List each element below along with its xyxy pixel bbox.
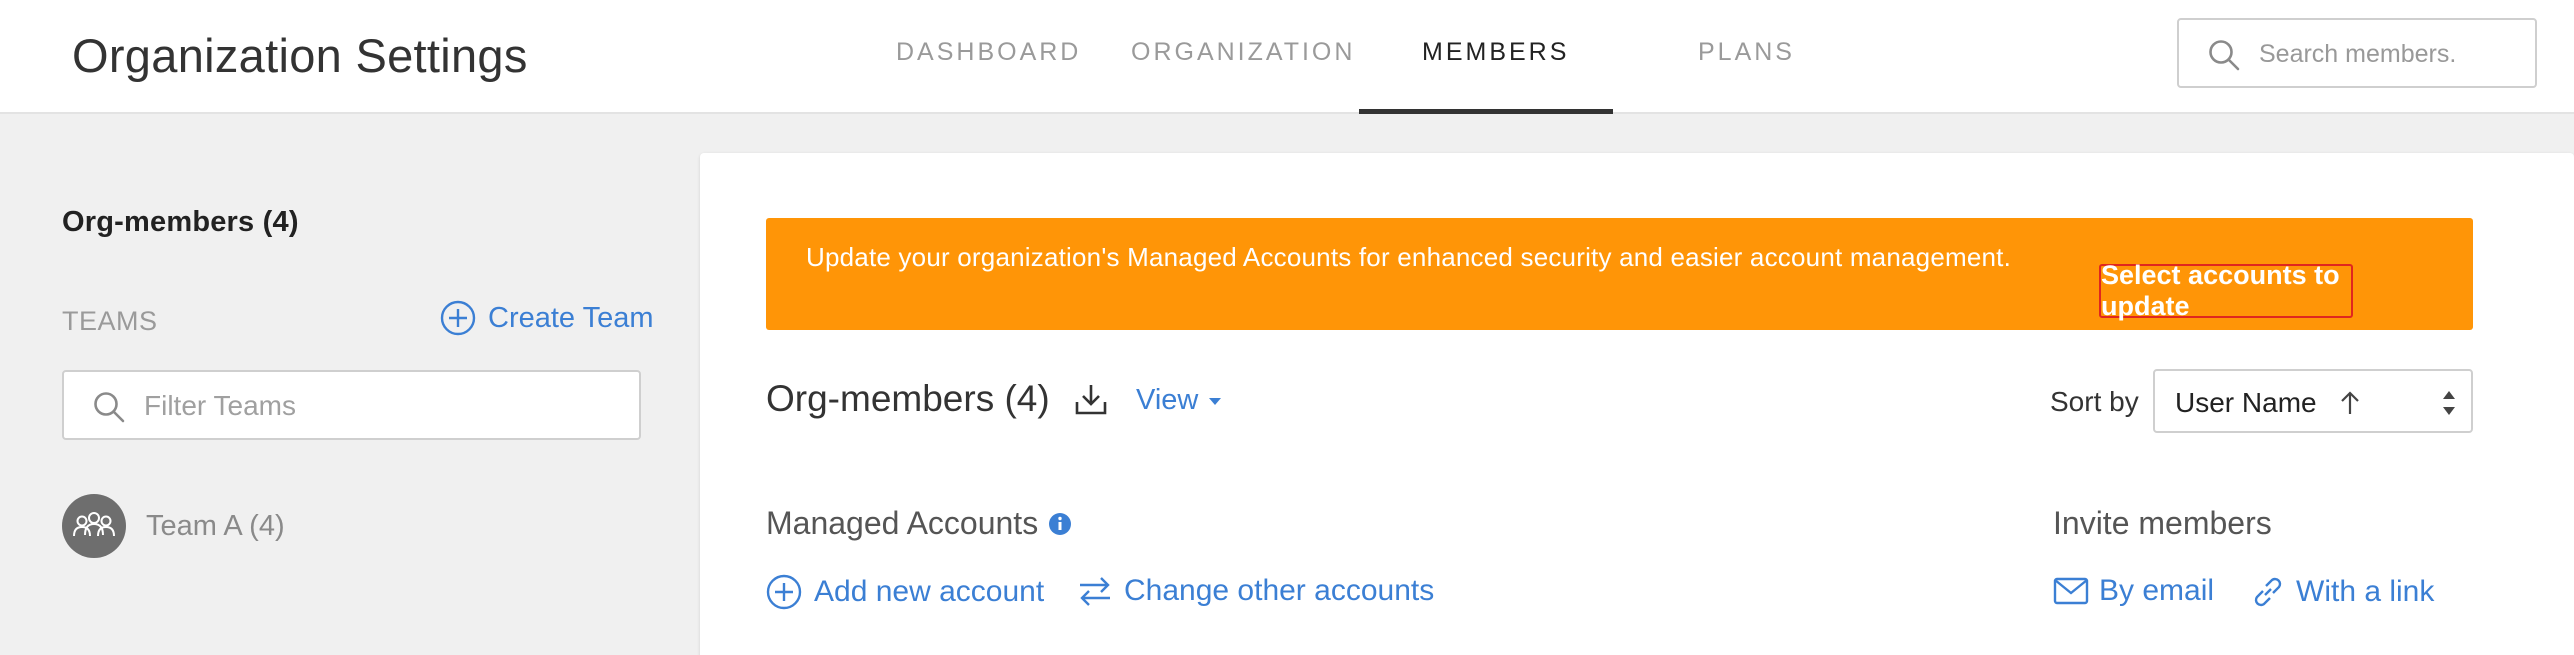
tab-organization[interactable]: ORGANIZATION (1131, 38, 1355, 67)
invite-members-heading: Invite members (2053, 505, 2272, 541)
team-group-icon (62, 494, 126, 558)
sidebar-org-members[interactable]: Org-members (4) (62, 206, 299, 239)
team-list-item[interactable]: Team A (4) (62, 494, 285, 558)
tab-dashboard[interactable]: DASHBOARD (896, 38, 1081, 67)
page-title: Organization Settings (72, 29, 528, 82)
filter-teams-input[interactable] (144, 386, 624, 426)
filter-teams-box[interactable] (62, 370, 641, 440)
plus-circle-icon (440, 300, 476, 336)
add-new-account-label: Add new account (814, 575, 1045, 608)
swap-arrows-icon (1080, 577, 1110, 606)
search-members-box[interactable] (2177, 18, 2537, 88)
select-spinner-icon (2443, 391, 2455, 415)
search-icon (94, 392, 125, 423)
org-members-heading: Org-members (4) (766, 378, 1050, 419)
tab-plans[interactable]: PLANS (1698, 38, 1795, 67)
team-name: Team A (4) (146, 509, 285, 542)
search-members-input[interactable] (2259, 34, 2529, 74)
plus-circle-icon (766, 574, 802, 610)
active-tab-indicator (1359, 109, 1613, 114)
by-email-label: By email (2099, 574, 2215, 607)
sort-by-label: Sort by (2050, 386, 2139, 417)
download-icon[interactable] (1074, 382, 1108, 421)
search-icon (2209, 40, 2240, 71)
banner-message: Update your organization's Managed Accou… (806, 242, 2012, 272)
link-icon (2254, 577, 2282, 607)
change-other-accounts-link[interactable]: Change other accounts (1078, 574, 1434, 608)
create-team-label: Create Team (488, 301, 654, 334)
envelope-icon (2053, 577, 2089, 605)
teams-label: TEAMS (62, 306, 158, 336)
invite-by-email-link[interactable]: By email (2053, 574, 2214, 608)
top-header: Organization Settings DASHBOARD ORGANIZA… (0, 0, 2574, 114)
managed-accounts-banner: Update your organization's Managed Accou… (766, 218, 2473, 330)
add-new-account-link[interactable]: Add new account (766, 574, 1044, 610)
invite-with-link-link[interactable]: With a link (2250, 574, 2434, 610)
managed-accounts-label: Managed Accounts (766, 505, 1039, 541)
sort-value: User Name (2175, 387, 2317, 418)
info-icon[interactable] (1048, 512, 1072, 536)
view-label: View (1136, 384, 1199, 416)
view-dropdown[interactable]: View (1136, 384, 1222, 417)
tab-members[interactable]: MEMBERS (1422, 38, 1569, 67)
with-a-link-label: With a link (2296, 575, 2435, 608)
sort-select[interactable]: User Name (2153, 369, 2473, 433)
select-accounts-button[interactable]: Select accounts to update (2099, 260, 2353, 321)
arrow-up-icon (2341, 391, 2359, 414)
change-other-accounts-label: Change other accounts (1124, 574, 1435, 607)
caret-down-icon (1209, 397, 1222, 405)
create-team-button[interactable]: Create Team (440, 300, 654, 336)
managed-accounts-heading: Managed Accounts (766, 505, 1072, 542)
